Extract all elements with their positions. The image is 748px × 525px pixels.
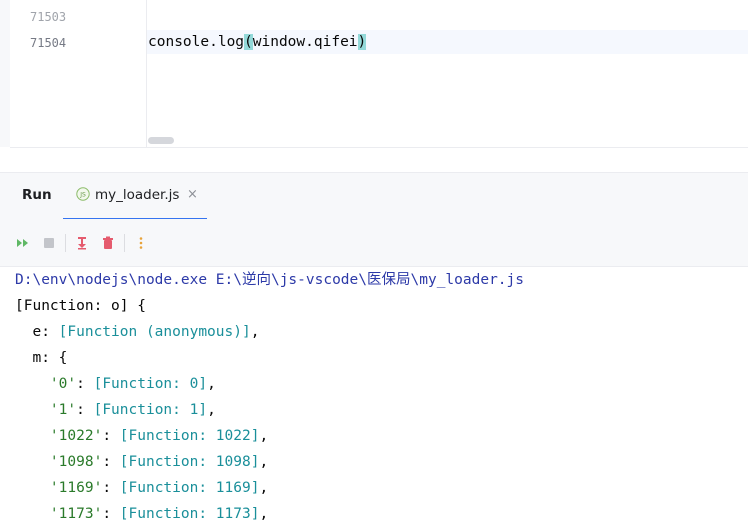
console-punct: ,: [250, 324, 260, 340]
matched-paren-close: ): [357, 34, 367, 50]
tab-my-loader[interactable]: JS my_loader.js ×: [63, 173, 207, 220]
toolbar-separator: [65, 234, 66, 252]
code-token: window.qifei: [252, 34, 358, 50]
horizontal-scrollbar-thumb[interactable]: [148, 137, 174, 144]
run-tool-window-header: Run JS my_loader.js ×: [0, 172, 748, 220]
line-number-current: 71504: [30, 36, 67, 50]
js-file-icon: JS: [76, 187, 90, 201]
code-token: console.log: [148, 34, 245, 50]
console-value: [Function: 1098]: [119, 454, 260, 470]
console-entry: '1173': [Function: 1173],: [49, 506, 269, 522]
console-command-line: D:\env\nodejs\node.exe E:\逆向\js-vscode\医…: [15, 272, 524, 288]
console-value: [Function: 1022]: [119, 428, 260, 444]
console-value: [Function: 1173]: [119, 506, 260, 522]
tab-label: my_loader.js: [95, 187, 180, 203]
console-key: '1098': [49, 454, 103, 470]
console-entry: '0': [Function: 0],: [49, 376, 216, 392]
console-key: '1': [49, 402, 77, 418]
console-output[interactable]: D:\env\nodejs\node.exe E:\逆向\js-vscode\医…: [0, 267, 748, 523]
scroll-to-end-icon[interactable]: [74, 235, 90, 251]
run-toolbar: [0, 219, 748, 267]
toolbar-separator: [124, 234, 125, 252]
matched-paren-open: (: [244, 34, 253, 50]
console-entry: '1022': [Function: 1022],: [49, 428, 269, 444]
console-line: e: [Function (anonymous)],: [15, 321, 259, 343]
console-entry: '1': [Function: 1],: [49, 402, 216, 418]
console-line: m: {: [15, 350, 68, 366]
console-value: [Function: 0]: [93, 376, 208, 392]
more-vertical-icon[interactable]: [133, 235, 149, 251]
run-panel-title: Run: [22, 187, 52, 203]
rerun-icon[interactable]: [15, 235, 31, 251]
console-entry: '1098': [Function: 1098],: [49, 454, 269, 470]
console-entry: '1169': [Function: 1169],: [49, 480, 269, 496]
console-key: e:: [15, 324, 59, 340]
console-value: [Function: 1169]: [119, 480, 260, 496]
trash-icon[interactable]: [100, 235, 116, 251]
code-editor[interactable]: 71503 71504 console.log(window.qifei): [0, 0, 748, 147]
svg-text:JS: JS: [79, 192, 86, 199]
console-key: '1169': [49, 480, 103, 496]
console-key: '1173': [49, 506, 103, 522]
code-line[interactable]: console.log(window.qifei): [148, 31, 367, 53]
console-key: '0': [49, 376, 77, 392]
console-value: [Function (anonymous)]: [58, 324, 251, 340]
console-key: '1022': [49, 428, 103, 444]
console-value: [Function: 1]: [93, 402, 208, 418]
console-line: [Function: o] {: [15, 298, 146, 314]
line-number: 71503: [30, 10, 67, 24]
stop-icon[interactable]: [41, 235, 57, 251]
close-icon[interactable]: ×: [187, 187, 198, 203]
panel-gap: [0, 148, 748, 172]
